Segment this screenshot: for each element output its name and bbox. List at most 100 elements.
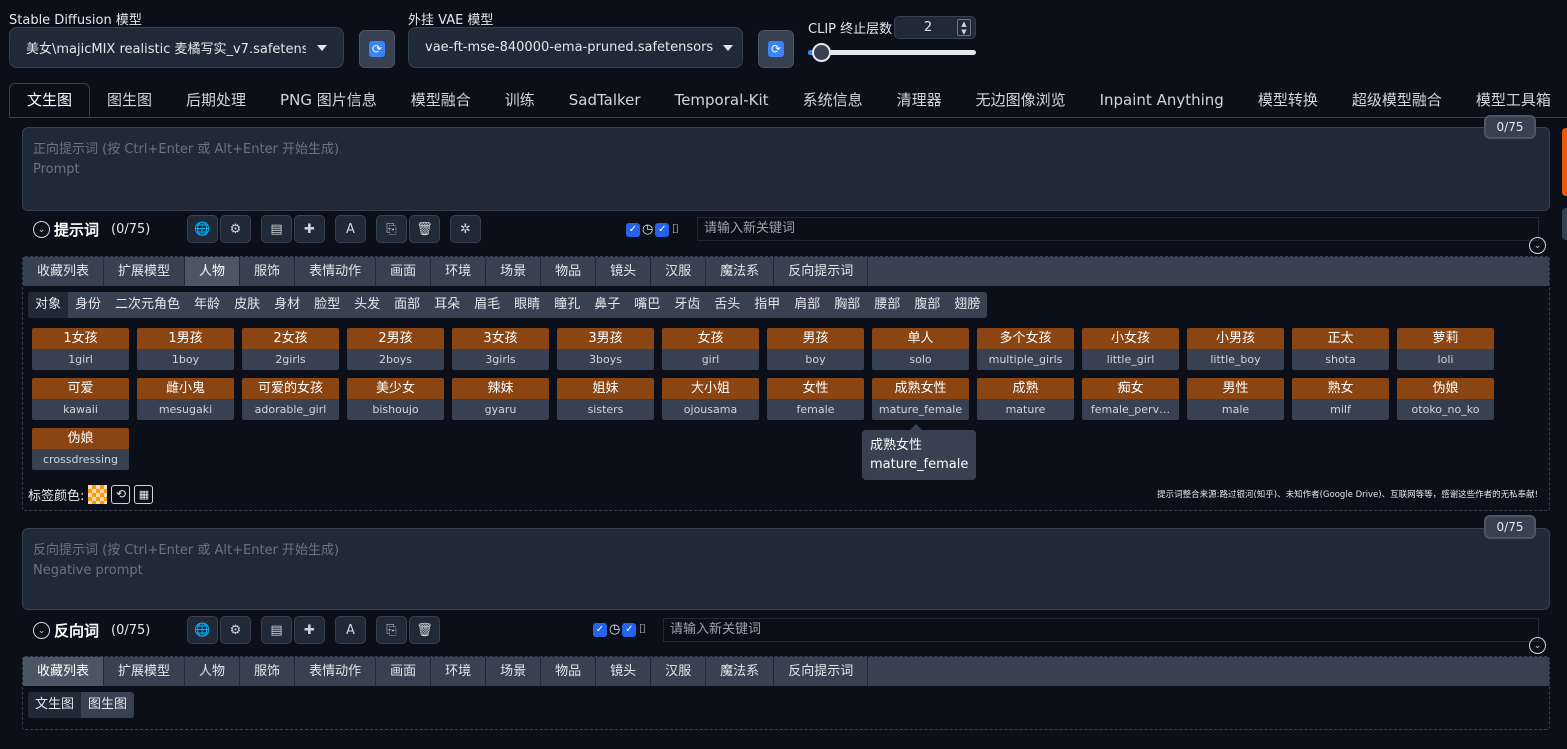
translate-icon[interactable]: A <box>335 215 366 243</box>
collapse-icon[interactable]: ⌄ <box>1529 237 1546 254</box>
subcategory-tab[interactable]: 耳朵 <box>427 292 467 318</box>
category-tab[interactable]: 反向提示词 <box>774 257 869 286</box>
category-tab[interactable]: 镜头 <box>596 257 652 286</box>
subcategory-tab[interactable]: 眉毛 <box>467 292 507 318</box>
category-tab[interactable]: 服饰 <box>240 257 296 286</box>
tag-button[interactable]: 3男孩 3boys <box>557 328 654 370</box>
tab-8[interactable]: Temporal-Kit <box>658 84 786 117</box>
subcategory-tab[interactable]: 皮肤 <box>227 292 267 318</box>
openai-icon[interactable]: ✲ <box>450 215 481 243</box>
subcategory-tab[interactable]: 瞳孔 <box>547 292 587 318</box>
negative-section-header[interactable]: ⌄ 反向词 (0/75) <box>33 620 150 641</box>
category-tab[interactable]: 收藏列表 <box>23 657 105 686</box>
category-tab[interactable]: 场景 <box>486 657 542 686</box>
prompt-section-header[interactable]: ⌄ 提示词 (0/75) <box>33 219 150 240</box>
chevron-down-icon[interactable]: ⌄ <box>33 622 50 639</box>
tab-9[interactable]: 系统信息 <box>786 84 880 117</box>
bookmark-icon[interactable]: ✚ <box>294 215 325 243</box>
tag-button[interactable]: 女性 female <box>767 378 864 420</box>
tag-button[interactable]: 正太 shota <box>1292 328 1389 370</box>
subcategory-tab[interactable]: 腹部 <box>907 292 947 318</box>
subcategory-tab[interactable]: 眼睛 <box>507 292 547 318</box>
tag-button[interactable]: 男性 male <box>1187 378 1284 420</box>
tag-button[interactable]: 美少女 bishoujo <box>347 378 444 420</box>
tag-button[interactable]: 小男孩 little_boy <box>1187 328 1284 370</box>
checkbox-icon[interactable]: ✓ <box>655 222 670 237</box>
subcategory-tab[interactable]: 面部 <box>387 292 427 318</box>
tab-2[interactable]: 图生图 <box>90 84 169 117</box>
color-swatch[interactable] <box>88 485 108 504</box>
tag-button[interactable]: 成熟 mature <box>977 378 1074 420</box>
tag-button[interactable]: 单人 solo <box>872 328 969 370</box>
category-tab[interactable]: 镜头 <box>596 657 652 686</box>
negative-keyword-input[interactable]: 请输入新关键词 <box>663 618 1539 642</box>
translate-icon[interactable]: A <box>335 616 366 644</box>
gear-icon[interactable]: ⚙ <box>220 215 251 243</box>
category-tab[interactable]: 物品 <box>541 657 597 686</box>
tag-button[interactable]: 雌小鬼 mesugaki <box>137 378 234 420</box>
stepper-icon[interactable]: ▲ ▼ <box>957 19 971 36</box>
history-icon[interactable]: ▤ <box>261 616 292 644</box>
tab-14[interactable]: 超级模型融合 <box>1335 84 1459 117</box>
gear-icon[interactable]: ⚙ <box>220 616 251 644</box>
category-tab[interactable]: 人物 <box>185 657 241 686</box>
category-tab[interactable]: 表情动作 <box>295 657 377 686</box>
negative-subtab[interactable]: 文生图 <box>28 692 82 718</box>
category-tab[interactable]: 场景 <box>486 257 542 286</box>
copy-icon[interactable]: ⎘ <box>376 616 407 644</box>
tag-button[interactable]: 女孩 girl <box>662 328 759 370</box>
sd-model-dropdown[interactable]: 美女\majicMIX realistic 麦橘写实_v7.safetensor… <box>9 27 344 68</box>
subcategory-tab[interactable]: 翅膀 <box>947 292 987 318</box>
clip-slider-thumb[interactable] <box>812 43 832 62</box>
history-icon[interactable]: ▤ <box>261 215 292 243</box>
category-tab[interactable]: 画面 <box>376 257 432 286</box>
tag-button[interactable]: 辣妹 gyaru <box>452 378 549 420</box>
checkbox-icon[interactable]: ✓ <box>593 622 607 637</box>
tab-12[interactable]: Inpaint Anything <box>1083 84 1241 117</box>
subcategory-tab[interactable]: 指甲 <box>747 292 787 318</box>
category-tab[interactable]: 魔法系 <box>706 657 775 686</box>
tag-button[interactable]: 成熟女性 mature_female <box>872 378 969 420</box>
tag-button[interactable]: 熟女 milf <box>1292 378 1389 420</box>
negative-subtab[interactable]: 图生图 <box>81 692 134 718</box>
trash-icon[interactable]: 🗑 <box>409 616 440 644</box>
tag-button[interactable]: 3女孩 3girls <box>452 328 549 370</box>
subcategory-tab[interactable]: 腰部 <box>867 292 907 318</box>
tab-7[interactable]: SadTalker <box>552 84 658 117</box>
tag-button[interactable]: 男孩 boy <box>767 328 864 370</box>
category-tab[interactable]: 收藏列表 <box>23 257 105 286</box>
subcategory-tab[interactable]: 年龄 <box>187 292 227 318</box>
tab-11[interactable]: 无边图像浏览 <box>959 84 1083 117</box>
tag-button[interactable]: 伪娘 crossdressing <box>32 428 129 470</box>
category-tab[interactable]: 环境 <box>431 657 487 686</box>
checkbox-icon[interactable]: ✓ <box>622 622 637 637</box>
category-tab[interactable]: 服饰 <box>240 657 296 686</box>
vae-dropdown[interactable]: vae-ft-mse-840000-ema-pruned.safetensors <box>408 27 743 68</box>
tab-3[interactable]: 后期处理 <box>169 84 263 117</box>
tag-button[interactable]: 可爱 kawaii <box>32 378 129 420</box>
category-tab[interactable]: 汉服 <box>651 657 707 686</box>
trash-icon[interactable]: 🗑 <box>409 215 440 243</box>
tag-button[interactable]: 1男孩 1boy <box>137 328 234 370</box>
category-tab[interactable]: 反向提示词 <box>774 657 869 686</box>
clip-number-input[interactable]: 2 ▲ ▼ <box>894 16 976 39</box>
subcategory-tab[interactable]: 鼻子 <box>587 292 627 318</box>
keyword-input[interactable]: 请输入新关键词 <box>697 217 1539 241</box>
generate-button-edge[interactable] <box>1562 128 1567 196</box>
negative-prompt-textarea[interactable]: 反向提示词 (按 Ctrl+Enter 或 Alt+Enter 开始生成) Ne… <box>22 528 1550 610</box>
clip-slider[interactable] <box>808 43 976 62</box>
tag-button[interactable]: 2女孩 2girls <box>242 328 339 370</box>
subcategory-tab[interactable]: 肩部 <box>787 292 827 318</box>
refresh-vae-button[interactable]: ⟳ <box>758 30 794 68</box>
refresh-sd-model-button[interactable]: ⟳ <box>359 30 395 68</box>
subcategory-tab[interactable]: 身份 <box>68 292 108 318</box>
bookmark-icon[interactable]: ✚ <box>294 616 325 644</box>
subcategory-tab[interactable]: 胸部 <box>827 292 867 318</box>
tab-13[interactable]: 模型转换 <box>1241 84 1335 117</box>
category-tab[interactable]: 扩展模型 <box>104 257 186 286</box>
tab-5[interactable]: 模型融合 <box>394 84 488 117</box>
globe-icon[interactable]: 🌐 <box>187 215 218 243</box>
tab-15[interactable]: 模型工具箱 <box>1459 84 1567 117</box>
side-button-edge[interactable] <box>1562 208 1567 240</box>
tab-1[interactable]: 文生图 <box>9 83 91 117</box>
